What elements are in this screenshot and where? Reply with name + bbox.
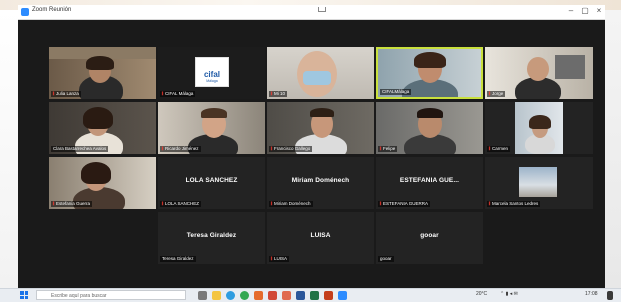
muted-mic-icon: 𝄂 [489, 91, 491, 96]
participant-tile[interactable]: 𝄂 Felipe [376, 102, 483, 154]
mail-icon[interactable] [268, 291, 277, 300]
muted-mic-icon: 𝄂 [53, 201, 55, 206]
participant-tile[interactable]: Clara Bastarrechea Avalos [49, 102, 156, 154]
active-speaker-tile[interactable]: CIFALMálaga [376, 47, 483, 99]
muted-mic-icon: 𝄂 [53, 91, 55, 96]
participant-display-name: LUISA [310, 232, 331, 239]
participant-tile[interactable]: 𝄂 Carmen [485, 102, 593, 154]
participant-name: Teresa Giraldez [160, 256, 196, 262]
participant-name: 𝄂 CIFAL Málaga [160, 91, 196, 97]
participant-display-name: gooar [420, 232, 439, 239]
zoom-icon[interactable] [338, 291, 347, 300]
window-title: Zoom Reunión [32, 7, 72, 13]
edge-icon[interactable] [226, 291, 235, 300]
participant-display-name: LOLA SANCHEZ [185, 177, 238, 184]
zoom-meeting-window: Zoom Reunión – ▢ × 𝄂 Julia Lanza cifal Má… [18, 5, 605, 288]
muted-mic-icon: 𝄂 [489, 201, 491, 206]
participant-name: 𝄂 Felipe [378, 146, 398, 152]
participant-tile[interactable]: LOLA SANCHEZ 𝄂 LOLA SANCHEZ [158, 157, 265, 209]
participant-tile[interactable]: Teresa Giraldez Teresa Giraldez [158, 212, 265, 264]
muted-mic-icon: 𝄂 [162, 201, 164, 206]
participant-name: 𝄂 Carmen [487, 146, 511, 152]
muted-mic-icon: 𝄂 [489, 146, 491, 151]
photo-backdrop-right [605, 10, 621, 288]
participant-tile[interactable]: 𝄂 Ricardo Jiménez [158, 102, 265, 154]
participant-tile[interactable]: Miriam Doménech 𝄂 Miriam Doménech [267, 157, 374, 209]
participant-tile[interactable]: 𝄂 Marcela Santos Ledres [485, 157, 593, 209]
participant-display-name: Miriam Doménech [291, 177, 350, 184]
muted-mic-icon: 𝄂 [162, 91, 164, 96]
participant-name: CIFALMálaga [380, 89, 412, 95]
participant-tile[interactable]: ESTEFANIA GUE... 𝄂 ESTEFANIA GUERRA [376, 157, 483, 209]
participant-name: 𝄂 Ricardo Jiménez [160, 146, 201, 152]
participant-tile[interactable]: cifal Málaga 𝄂 CIFAL Málaga [158, 47, 265, 99]
excel-icon[interactable] [310, 291, 319, 300]
participant-name: 𝄂 Julia Lanza [51, 91, 81, 97]
close-button[interactable]: × [593, 6, 605, 15]
clock[interactable]: 17:08 [585, 291, 598, 297]
muted-mic-icon: 𝄂 [162, 146, 164, 151]
participant-name: 𝄂 Estefania Guerra [51, 201, 93, 207]
participant-name: 𝄂 Miriam Doménech [269, 201, 313, 207]
participant-tile[interactable]: 𝄂 Estefania Guerra [49, 157, 156, 209]
participant-tile[interactable]: LUISA 𝄂 LUISA [267, 212, 374, 264]
participant-tile[interactable]: 𝄂 Julia Lanza [49, 47, 156, 99]
participant-display-name: ESTEFANIA GUE... [399, 177, 460, 184]
muted-mic-icon: 𝄂 [271, 201, 273, 206]
participant-tile[interactable]: gooar gooar [376, 212, 483, 264]
participant-name: 𝄂 Marcela Santos Ledres [487, 201, 541, 207]
cifal-logo: cifal Málaga [195, 57, 229, 87]
muted-mic-icon: 𝄂 [380, 201, 382, 206]
muted-mic-icon: 𝄂 [271, 146, 273, 151]
task-view-icon[interactable] [198, 291, 207, 300]
participant-tile[interactable]: 𝄂 Francisco Gallego [267, 102, 374, 154]
muted-mic-icon: 𝄂 [271, 256, 273, 261]
photo-backdrop-left [0, 10, 18, 288]
participant-name: 𝄂 Mi 10 [269, 91, 288, 97]
file-explorer-icon[interactable] [212, 291, 221, 300]
weather-temperature[interactable]: 20°C [476, 291, 487, 297]
notifications-icon[interactable] [607, 291, 613, 300]
muted-mic-icon: 𝄂 [271, 91, 273, 96]
participant-name: 𝄂 ESTEFANIA GUERRA [378, 201, 431, 207]
windows-taskbar: ⌕ Escribe aquí para buscar 20°C ⌃ ▮ ◂ ✉ … [0, 288, 621, 302]
windows-start-icon[interactable] [20, 291, 28, 299]
participant-name: 𝄂 Francisco Gallego [269, 146, 313, 152]
view-toggle-icon[interactable] [318, 7, 326, 12]
participant-tile[interactable]: 𝄂 Jorge [485, 47, 593, 99]
zoom-app-icon [21, 8, 29, 16]
minimize-button[interactable]: – [565, 6, 577, 15]
chrome-icon[interactable] [240, 291, 249, 300]
maximize-button[interactable]: ▢ [579, 6, 591, 15]
word-icon[interactable] [296, 291, 305, 300]
participant-name: Clara Bastarrechea Avalos [51, 146, 109, 152]
store-icon[interactable] [254, 291, 263, 300]
tray-icons[interactable]: ⌃ ▮ ◂ ✉ [500, 291, 518, 297]
participant-display-name: Teresa Giraldez [186, 232, 237, 239]
participant-tile[interactable]: 𝄂 Mi 10 [267, 47, 374, 99]
powerpoint-icon[interactable] [324, 291, 333, 300]
window-titlebar: Zoom Reunión – ▢ × [18, 5, 605, 20]
participant-name: 𝄂 LUISA [269, 256, 290, 262]
muted-mic-icon: 𝄂 [380, 146, 382, 151]
photos-icon[interactable] [282, 291, 291, 300]
participant-name: 𝄂 Jorge [487, 91, 506, 97]
taskbar-search-input[interactable]: Escribe aquí para buscar [36, 290, 186, 300]
participant-name: gooar [378, 256, 394, 262]
participant-name: 𝄂 LOLA SANCHEZ [160, 201, 202, 207]
